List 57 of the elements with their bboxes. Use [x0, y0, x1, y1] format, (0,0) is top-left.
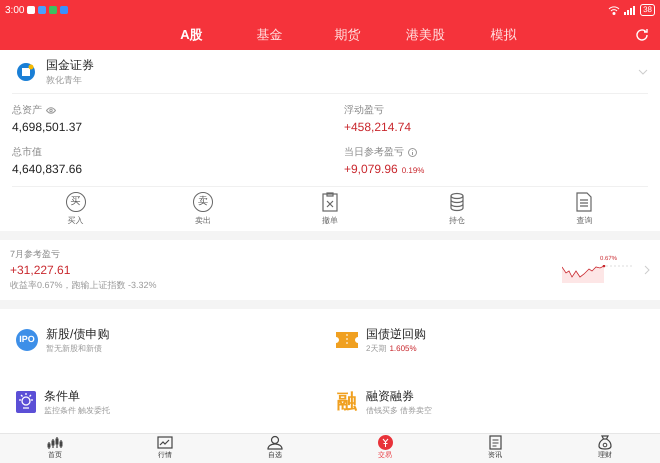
chevron-down-icon[interactable]: [638, 68, 648, 74]
asset-value: 4,640,837.66: [12, 161, 82, 178]
asset-label: 当日参考盈亏: [344, 146, 404, 160]
service-item[interactable]: IPO 新股/债申购 暂无新股和新债: [16, 325, 330, 355]
service-title: 国债逆回购: [366, 326, 426, 343]
percent-change: 0.19%: [402, 165, 424, 177]
trade-action-button[interactable]: 卖 卖出: [139, 192, 266, 226]
trade-action-button[interactable]: 买 买入: [12, 192, 140, 226]
ticket-icon: [336, 332, 358, 348]
refresh-icon[interactable]: [635, 28, 649, 42]
signal-icon: [624, 6, 636, 14]
person-icon: [267, 435, 283, 450]
account-subtitle: 敦化青年: [46, 74, 83, 87]
status-time: 3:00: [5, 4, 24, 18]
broker-logo-icon: [16, 62, 36, 82]
circle-char-icon: 买: [66, 192, 86, 212]
trade-action-button[interactable]: 撤单: [266, 192, 394, 226]
circle-char-icon: 卖: [192, 192, 213, 212]
asset-value: 4,698,501.37: [12, 119, 82, 136]
clipboard-x-icon: [322, 192, 338, 212]
money-bag-icon: [598, 435, 612, 450]
market-tab[interactable]: A股: [152, 25, 230, 45]
chart-icon: [157, 436, 173, 450]
asset-value: +458,214.74: [344, 119, 412, 136]
broker-name: 国金证券: [46, 56, 95, 74]
service-item[interactable]: 条件单 监控条件 触发委托: [16, 387, 330, 417]
service-subtitle: 暂无新股和新债: [46, 343, 102, 355]
service-subtitle: 2天期: [366, 343, 386, 355]
monthly-note: 收益率0.67%，跑输上证指数 -3.32%: [10, 279, 158, 292]
asset-value: +9,079.96: [344, 161, 398, 178]
asset-label: 浮动盈亏: [344, 104, 384, 118]
trade-action-button[interactable]: 查询: [520, 192, 648, 226]
ipo-icon: IPO: [16, 329, 38, 351]
service-title: 融资融券: [366, 388, 415, 405]
document-icon: [488, 435, 502, 450]
battery-level: 38: [640, 4, 655, 16]
eye-icon[interactable]: [46, 106, 56, 114]
wifi-icon: [608, 6, 620, 14]
asset-label: 总资产: [12, 104, 42, 118]
margin-glyph-icon: 融: [336, 391, 358, 413]
document-icon: [576, 192, 592, 212]
chevron-right-icon: [644, 265, 650, 275]
service-subtitle: 监控条件 触发委托: [44, 405, 110, 417]
database-icon: [449, 192, 466, 212]
service-subtitle: 借钱买多 借券卖空: [366, 405, 432, 417]
monthly-title: 7月参考盈亏: [10, 248, 62, 260]
service-item[interactable]: 国债逆回购 2天期 1.605%: [330, 325, 644, 355]
asset-label: 总市值: [12, 146, 42, 160]
trade-action-button[interactable]: 持仓: [394, 192, 521, 226]
service-title: 条件单: [44, 388, 81, 405]
service-rate: 1.605%: [389, 343, 417, 355]
monthly-value: +31,227.61: [10, 262, 72, 279]
sparkline-drawing: [562, 265, 632, 283]
service-title: 新股/债申购: [46, 326, 110, 343]
lightbulb-icon: [16, 391, 36, 413]
info-icon[interactable]: [408, 148, 417, 156]
candlestick-icon: [47, 436, 63, 450]
